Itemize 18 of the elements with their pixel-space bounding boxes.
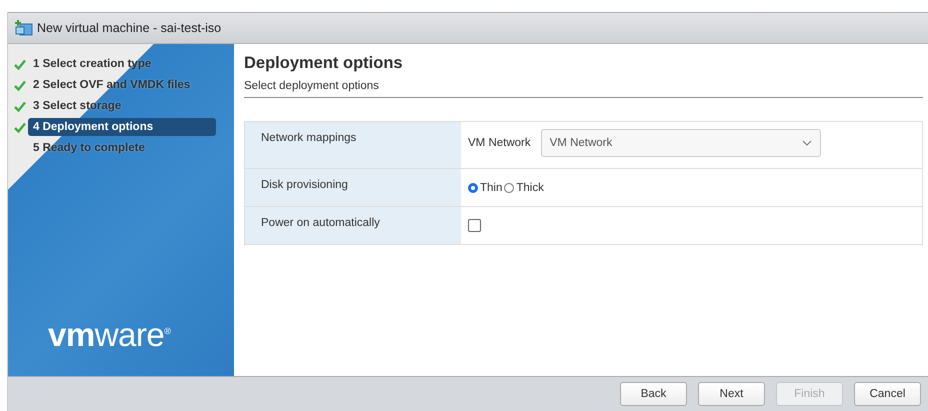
checkbox[interactable] [468, 219, 481, 232]
page-title: Deployment options [244, 54, 404, 73]
radio-option[interactable]: Thin [468, 182, 502, 194]
virtual-machine-icon [15, 20, 33, 36]
wizard-button[interactable]: Cancel [854, 382, 921, 406]
chevron-down-icon [802, 140, 812, 146]
wizard-step[interactable]: 4 Deployment options [28, 118, 216, 136]
network-dropdown[interactable]: VM Network [540, 129, 821, 157]
page-subtitle: Select deployment options [244, 80, 923, 98]
window-title: New virtual machine - sai-test-iso [37, 21, 222, 35]
radio-option[interactable]: Thick [504, 182, 544, 194]
field-label: Power on automatically [245, 207, 461, 244]
vmware-logo: vmware$^{®}$ [47, 316, 172, 355]
wizard-button[interactable]: Back [620, 382, 687, 406]
field-label: Disk provisioning [245, 169, 461, 206]
network-label: VM Network [468, 136, 531, 149]
wizard-button[interactable]: Next [698, 382, 765, 406]
field-label: Network mappings [245, 122, 461, 168]
